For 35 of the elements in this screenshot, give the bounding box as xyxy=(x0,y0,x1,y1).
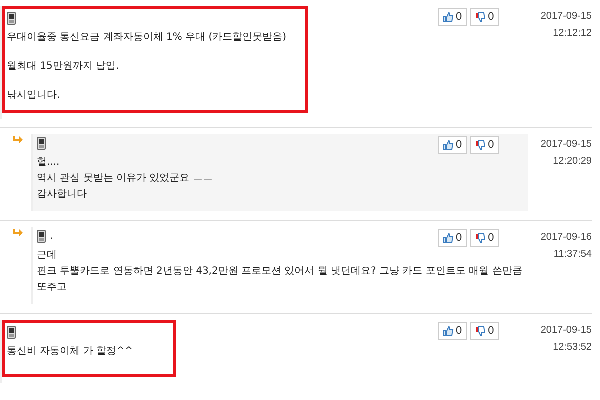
comment-date: 2017-09-15 xyxy=(540,138,592,152)
dislike-button[interactable]: 0 xyxy=(470,229,500,247)
author-name: . xyxy=(50,231,54,242)
phone-icon xyxy=(37,137,46,150)
dislike-button[interactable]: 0 xyxy=(470,136,500,154)
comment-text: 월최대 15만원까지 납입. xyxy=(7,60,120,74)
thumbs-up-icon xyxy=(443,326,454,336)
comment-text: 근데 핀크 투뿔카드로 연동하면 2년동안 43,2만원 프로모션 있어서 뭘 냇던데요? 그냥 카드 포인트도 매월 쓴만큼 또주고 xyxy=(37,249,522,295)
thumbs-down-icon xyxy=(475,326,486,336)
dislike-button[interactable]: 0 xyxy=(470,322,500,340)
phone-icon xyxy=(7,326,16,339)
thumbs-down-icon xyxy=(475,232,486,244)
thumbs-up-icon xyxy=(443,232,454,244)
comment-time: 12:20:29 xyxy=(553,155,592,169)
comment-text: 낚시입니다. xyxy=(7,89,62,103)
comment-text: 우대이율중 통신요금 계좌자동이체 1% 우대 (카드할인못받음) xyxy=(7,31,287,45)
comment-time: 11:37:54 xyxy=(554,248,592,262)
thumbs-up-icon xyxy=(443,12,454,22)
like-button[interactable]: 0 xyxy=(438,322,468,340)
thumbs-down-icon xyxy=(475,12,486,22)
comment-time: 12:12:12 xyxy=(553,27,592,41)
phone-icon xyxy=(37,230,46,243)
dislike-button[interactable]: 0 xyxy=(470,8,500,26)
comment-date: 2017-09-15 xyxy=(540,324,592,338)
thumbs-up-icon xyxy=(443,140,454,150)
phone-icon xyxy=(7,12,16,25)
like-button[interactable]: 0 xyxy=(438,136,468,154)
like-button[interactable]: 0 xyxy=(438,8,468,26)
comment-date: 2017-09-16 xyxy=(540,231,592,245)
comment-text: 통신비 자동이체 가 할정^^ xyxy=(7,345,134,359)
like-button[interactable]: 0 xyxy=(438,229,468,247)
comment-time: 12:53:52 xyxy=(553,341,592,355)
thumbs-down-icon xyxy=(475,140,486,150)
comment-text: 헐.... 역시 관심 못받는 이유가 있었군요 ㅡㅡ 감사합니다 xyxy=(37,156,213,202)
comment-date: 2017-09-15 xyxy=(540,10,592,24)
